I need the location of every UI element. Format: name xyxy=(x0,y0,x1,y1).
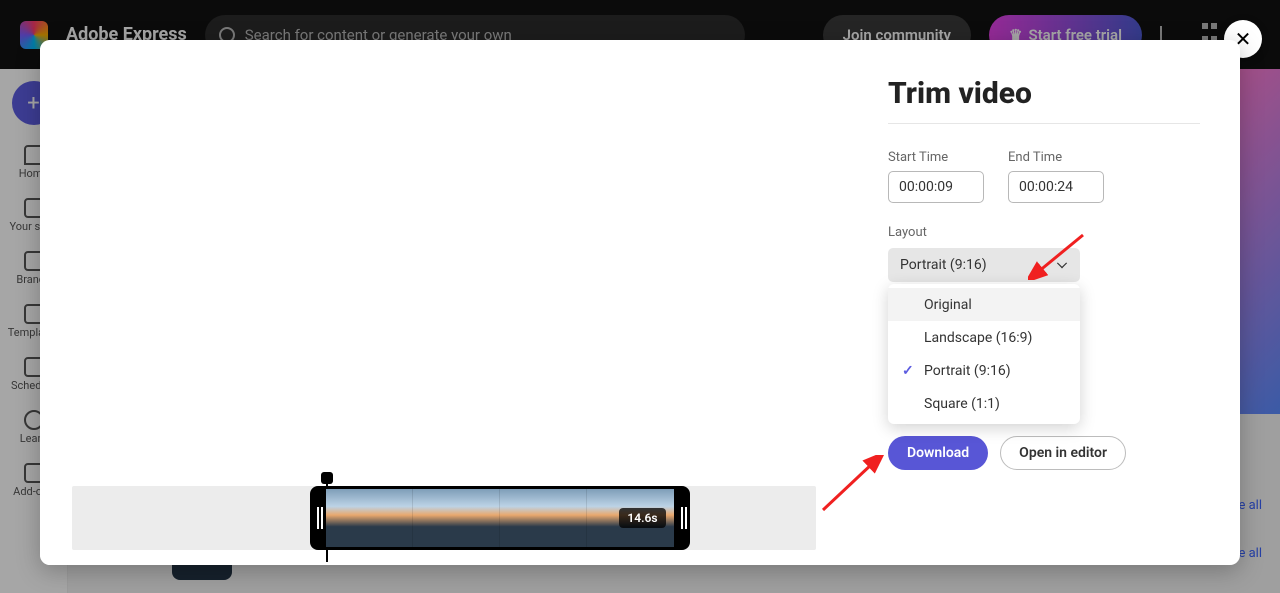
clip-frame xyxy=(499,489,586,547)
clip-frame xyxy=(412,489,499,547)
end-time-label: End Time xyxy=(1008,150,1104,165)
open-in-editor-button[interactable]: Open in editor xyxy=(1000,436,1126,470)
trim-clip[interactable]: 14.6s xyxy=(310,486,689,550)
timeline: 14.6s xyxy=(40,470,848,565)
filmstrip[interactable]: 14.6s xyxy=(72,486,816,550)
layout-select[interactable]: Portrait (9:16) xyxy=(888,248,1080,282)
video-preview xyxy=(40,40,848,470)
chevron-down-icon xyxy=(1056,259,1068,271)
layout-option-original[interactable]: Original xyxy=(888,288,1080,321)
trim-video-modal: 14.6s Trim video Start Time End Time Lay… xyxy=(40,40,1240,565)
layout-selected-value: Portrait (9:16) xyxy=(900,257,987,273)
layout-label: Layout xyxy=(888,225,1200,240)
playhead[interactable] xyxy=(321,472,333,484)
side-panel: Trim video Start Time End Time Layout Po… xyxy=(848,40,1240,565)
download-button[interactable]: Download xyxy=(888,436,988,470)
start-time-label: Start Time xyxy=(888,150,984,165)
start-time-input[interactable] xyxy=(888,171,984,203)
layout-dropdown: Original Landscape (16:9) Portrait (9:16… xyxy=(888,284,1080,424)
trim-handle-left[interactable] xyxy=(310,486,326,550)
trim-handle-right[interactable] xyxy=(674,486,690,550)
panel-divider xyxy=(888,123,1200,124)
duration-badge: 14.6s xyxy=(619,508,665,528)
panel-title: Trim video xyxy=(888,76,1200,111)
preview-column: 14.6s xyxy=(40,40,848,565)
layout-option-landscape[interactable]: Landscape (16:9) xyxy=(888,321,1080,354)
layout-option-portrait[interactable]: Portrait (9:16) xyxy=(888,354,1080,387)
clip-frame xyxy=(326,489,412,547)
layout-option-square[interactable]: Square (1:1) xyxy=(888,387,1080,420)
end-time-input[interactable] xyxy=(1008,171,1104,203)
